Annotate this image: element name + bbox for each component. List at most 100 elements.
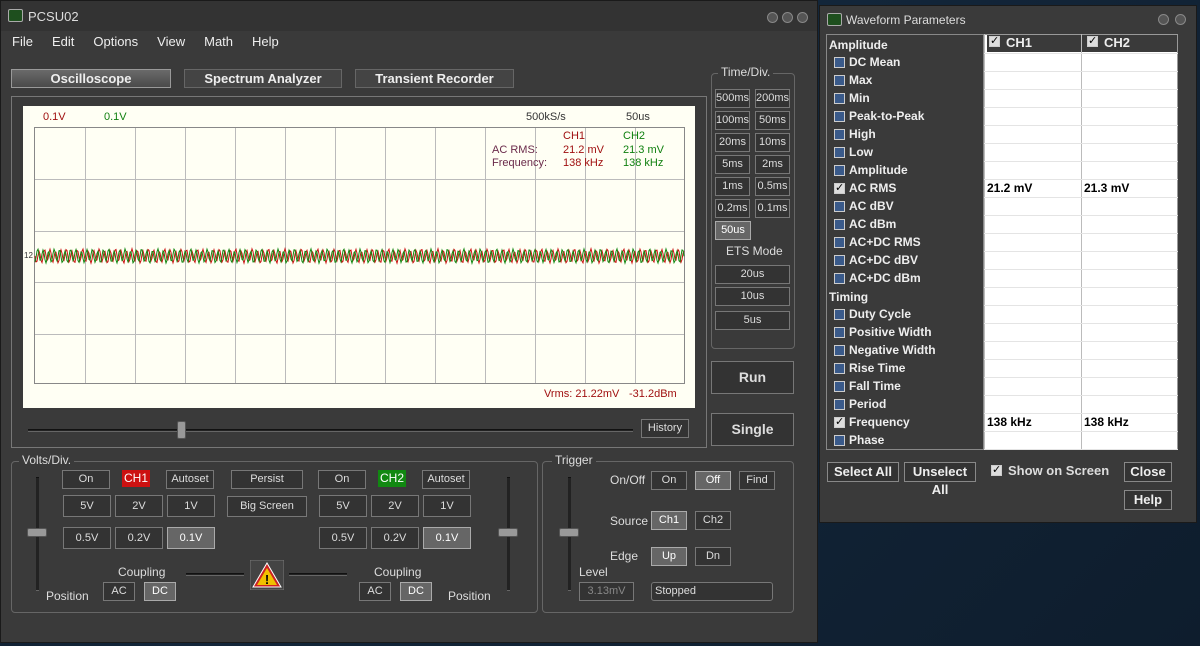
params-row-checkbox[interactable]	[834, 165, 845, 176]
params-close-text-button[interactable]: Close	[1124, 462, 1172, 482]
params-row-checkbox[interactable]	[834, 219, 845, 230]
timediv-100ms-button[interactable]: 100ms	[715, 111, 750, 130]
timediv-0.5ms-button[interactable]: 0.5ms	[755, 177, 790, 196]
timediv-5ms-button[interactable]: 5ms	[715, 155, 750, 174]
trigger-edge-up-button[interactable]: Up	[651, 547, 687, 566]
timediv-500ms-button[interactable]: 500ms	[715, 89, 750, 108]
horizontal-position-slider[interactable]	[177, 421, 186, 439]
ch2-position-slider[interactable]	[498, 528, 518, 537]
params-row: Min	[826, 90, 1178, 108]
ch1-coupling-label: Coupling	[118, 565, 166, 579]
ch1-5v-button[interactable]: 5V	[63, 495, 111, 517]
timediv-50ms-button[interactable]: 50ms	[755, 111, 790, 130]
params-row-checkbox[interactable]	[834, 345, 845, 356]
params-row-checkbox[interactable]	[834, 129, 845, 140]
ch2-1v-button[interactable]: 1V	[423, 495, 471, 517]
trigger-level-label: Level	[579, 565, 608, 579]
trigger-level-slider[interactable]	[559, 528, 579, 537]
ch1-0.5v-button[interactable]: 0.5V	[63, 527, 111, 549]
ch1-2v-button[interactable]: 2V	[115, 495, 163, 517]
params-row-label: High	[849, 127, 876, 141]
params-row-checkbox[interactable]	[834, 237, 845, 248]
params-row-checkbox[interactable]	[834, 399, 845, 410]
ch2-autoset-button[interactable]: Autoset	[422, 470, 470, 489]
timediv-200ms-button[interactable]: 200ms	[755, 89, 790, 108]
params-row-ch2-value: 138 kHz	[1084, 415, 1129, 429]
params-row: Period	[826, 396, 1178, 414]
params-row-checkbox[interactable]	[834, 435, 845, 446]
params-row-checkbox[interactable]	[834, 57, 845, 68]
ch1-0.2v-button[interactable]: 0.2V	[115, 527, 163, 549]
params-row-checkbox[interactable]	[834, 415, 845, 428]
params-row-label: Frequency	[849, 415, 910, 429]
persist-button[interactable]: Persist	[231, 470, 303, 489]
show-on-screen-checkbox[interactable]	[991, 463, 1002, 476]
ch2-2v-button[interactable]: 2V	[371, 495, 419, 517]
params-row-ch1-value: 138 kHz	[987, 415, 1032, 429]
ets-10us-button[interactable]: 10us	[715, 287, 790, 306]
trigger-label: Trigger	[552, 453, 596, 467]
timediv-2ms-button[interactable]: 2ms	[755, 155, 790, 174]
timediv-20ms-button[interactable]: 20ms	[715, 133, 750, 152]
params-row-checkbox[interactable]	[834, 93, 845, 104]
params-row-checkbox[interactable]	[834, 309, 845, 320]
params-row-checkbox[interactable]	[834, 363, 845, 374]
params-row-label: Duty Cycle	[849, 307, 912, 321]
history-button[interactable]: History	[641, 419, 689, 438]
params-row-checkbox[interactable]	[834, 273, 845, 284]
ch1-on-button[interactable]: On	[62, 470, 110, 489]
ch1-ac-button[interactable]: AC	[103, 582, 135, 601]
ch2-0.1v-button[interactable]: 0.1V	[423, 527, 471, 549]
timediv-0.1ms-button[interactable]: 0.1ms	[755, 199, 790, 218]
ets-20us-button[interactable]: 20us	[715, 265, 790, 284]
ch1-0.1v-button[interactable]: 0.1V	[167, 527, 215, 549]
ch2-5v-button[interactable]: 5V	[319, 495, 367, 517]
timediv-1ms-button[interactable]: 1ms	[715, 177, 750, 196]
params-row-checkbox[interactable]	[834, 111, 845, 122]
timediv-10ms-button[interactable]: 10ms	[755, 133, 790, 152]
params-row-checkbox[interactable]	[834, 255, 845, 266]
trigger-source-ch2-button[interactable]: Ch2	[695, 511, 731, 530]
params-row: High	[826, 126, 1178, 144]
ch2-on-button[interactable]: On	[318, 470, 366, 489]
params-row: Phase	[826, 432, 1178, 450]
unselect-all-button[interactable]: Unselect All	[904, 462, 976, 497]
ch1-1v-button[interactable]: 1V	[167, 495, 215, 517]
params-minimize-button[interactable]	[1158, 14, 1169, 25]
ch1-autoset-button[interactable]: Autoset	[166, 470, 214, 489]
params-row-checkbox[interactable]	[834, 201, 845, 212]
params-row-label: Fall Time	[849, 379, 901, 393]
params-row-label: Phase	[849, 433, 885, 447]
warning-icon[interactable]: !	[250, 560, 284, 590]
ch2-0.2v-button[interactable]: 0.2V	[371, 527, 419, 549]
trigger-edge-dn-button[interactable]: Dn	[695, 547, 731, 566]
trigger-off-button[interactable]: Off	[695, 471, 731, 490]
params-row: Negative Width	[826, 342, 1178, 360]
timediv-0.2ms-button[interactable]: 0.2ms	[715, 199, 750, 218]
big-screen-button[interactable]: Big Screen	[227, 496, 307, 517]
trigger-find-button[interactable]: Find	[739, 471, 775, 490]
single-button[interactable]: Single	[711, 413, 794, 446]
select-all-button[interactable]: Select All	[827, 462, 899, 482]
ch1-tag: CH1	[122, 470, 150, 487]
ch2-ac-button[interactable]: AC	[359, 582, 391, 601]
trigger-on-button[interactable]: On	[651, 471, 687, 490]
params-row: Frequency 138 kHz 138 kHz	[826, 414, 1178, 432]
run-button[interactable]: Run	[711, 361, 794, 394]
trigger-source-ch1-button[interactable]: Ch1	[651, 511, 687, 530]
params-row-checkbox[interactable]	[834, 381, 845, 392]
ch1-dc-button[interactable]: DC	[144, 582, 176, 601]
trigger-status: Stopped	[651, 582, 773, 601]
ch2-dc-button[interactable]: DC	[400, 582, 432, 601]
ets-5us-button[interactable]: 5us	[715, 311, 790, 330]
params-row-checkbox[interactable]	[834, 327, 845, 338]
timediv-50us-button[interactable]: 50us	[715, 221, 751, 240]
params-close-button[interactable]	[1175, 14, 1186, 25]
ch1-position-slider[interactable]	[27, 528, 47, 537]
params-row-checkbox[interactable]	[834, 181, 845, 194]
params-row-checkbox[interactable]	[834, 75, 845, 86]
ch2-0.5v-button[interactable]: 0.5V	[319, 527, 367, 549]
params-row: Fall Time	[826, 378, 1178, 396]
params-row-checkbox[interactable]	[834, 147, 845, 158]
params-help-button[interactable]: Help	[1124, 490, 1172, 510]
